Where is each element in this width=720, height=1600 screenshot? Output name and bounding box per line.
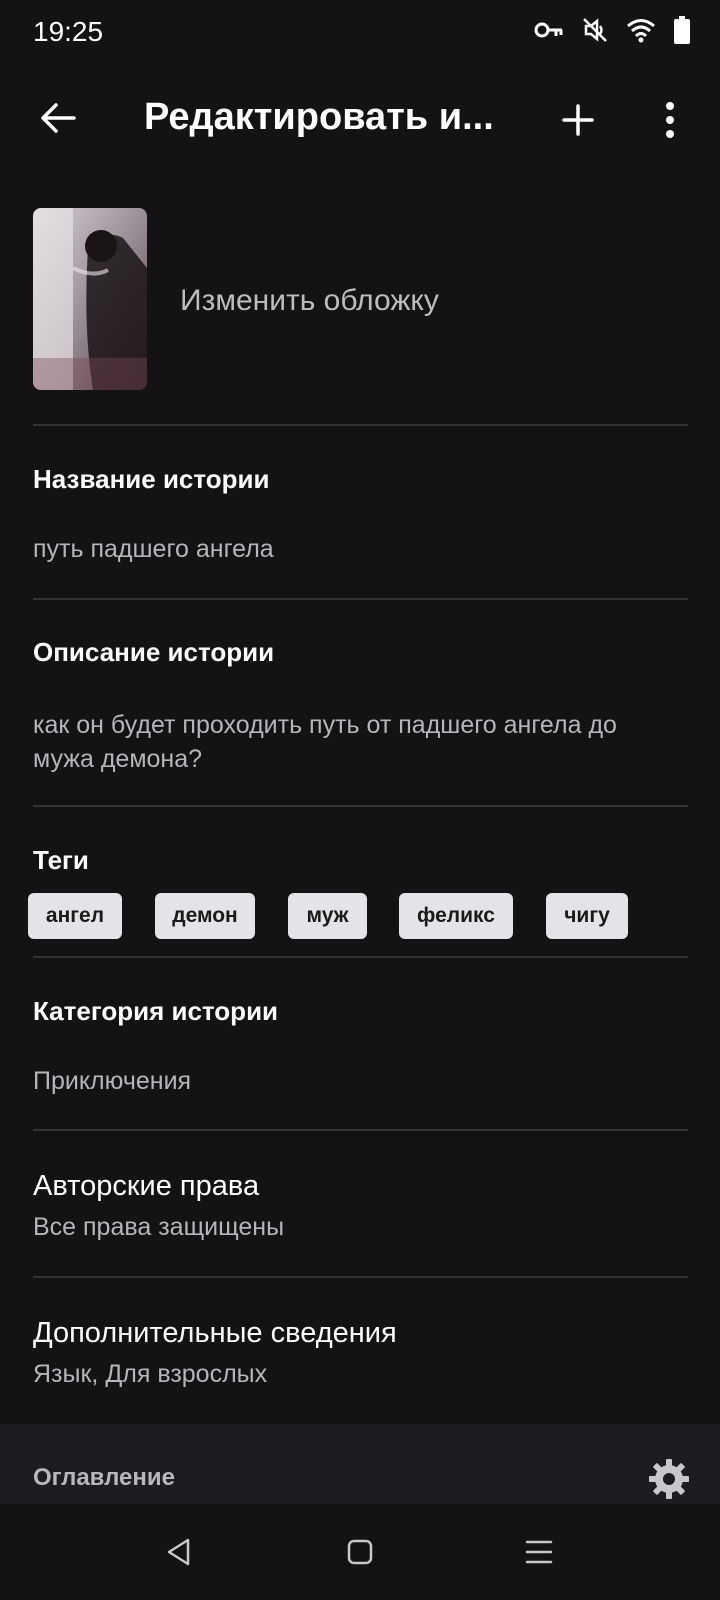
divider xyxy=(33,1129,688,1131)
arrow-back-icon xyxy=(41,103,76,133)
add-part-button[interactable] xyxy=(550,92,606,148)
nav-back-button[interactable] xyxy=(157,1530,201,1574)
status-bar: 19:25 xyxy=(0,0,720,66)
triangle-back-icon xyxy=(167,1538,190,1566)
back-button[interactable] xyxy=(30,90,86,146)
battery-icon xyxy=(674,16,690,44)
divider xyxy=(33,598,688,600)
details-value: Язык, Для взрослых xyxy=(33,1360,268,1388)
divider xyxy=(33,805,688,807)
nav-home-button[interactable] xyxy=(338,1530,382,1574)
tag-chip[interactable]: ангел xyxy=(28,893,122,939)
tag-chip[interactable]: чигу xyxy=(546,893,628,939)
tags-label: Теги xyxy=(33,845,89,875)
wifi-icon xyxy=(627,19,655,43)
more-vert-icon xyxy=(666,102,674,138)
tag-chip[interactable]: феликс xyxy=(399,893,513,939)
cover-row[interactable]: Изменить обложку xyxy=(0,206,720,392)
gear-icon xyxy=(649,1459,689,1499)
mute-icon xyxy=(583,18,607,42)
category-value[interactable]: Приключения xyxy=(33,1064,683,1098)
nav-recents-button[interactable] xyxy=(517,1530,561,1574)
toc-settings-button[interactable] xyxy=(648,1458,690,1505)
copyright-value: Все права защищены xyxy=(33,1213,285,1241)
plus-icon xyxy=(562,104,594,136)
status-icons xyxy=(534,16,690,44)
menu-recents-icon xyxy=(525,1540,553,1564)
copyright-label[interactable]: Авторские права xyxy=(33,1170,259,1203)
tag-chip[interactable]: демон xyxy=(155,893,255,939)
cover-image[interactable] xyxy=(33,208,147,390)
divider xyxy=(33,1276,688,1278)
app-bar: Редактировать и... xyxy=(0,66,720,176)
page-title: Редактировать и... xyxy=(144,96,494,138)
square-home-icon xyxy=(347,1539,373,1565)
toc-label: Оглавление xyxy=(33,1464,175,1491)
story-description-value[interactable]: как он будет проходить путь от падшего а… xyxy=(33,708,683,776)
toc-header: Оглавление xyxy=(0,1424,720,1504)
story-description-label: Описание истории xyxy=(33,637,275,667)
divider xyxy=(33,956,688,958)
details-label[interactable]: Дополнительные сведения xyxy=(33,1317,397,1350)
more-options-button[interactable] xyxy=(642,92,698,148)
story-title-value[interactable]: путь падшего ангела xyxy=(33,532,683,566)
vpn-key-icon xyxy=(534,22,563,38)
tag-chip[interactable]: муж xyxy=(288,893,367,939)
category-label: Категория истории xyxy=(33,996,279,1026)
change-cover-label[interactable]: Изменить обложку xyxy=(180,284,439,318)
story-title-label: Название истории xyxy=(33,464,270,494)
system-nav-bar xyxy=(0,1504,720,1600)
status-time: 19:25 xyxy=(33,16,104,47)
divider xyxy=(33,424,688,426)
